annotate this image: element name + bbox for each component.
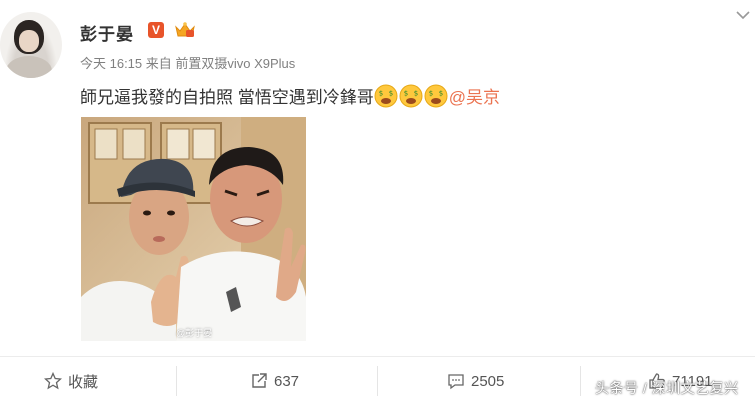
comment-count: 2505 — [471, 372, 505, 390]
source-watermark: 头条号 / 深圳文艺复兴 — [595, 380, 739, 396]
post-meta: 今天 16:15 来自 前置双摄vivo X9Plus — [80, 56, 296, 71]
comment-button[interactable]: 2505 — [447, 371, 504, 391]
star-icon — [44, 372, 62, 390]
action-separator — [580, 366, 581, 396]
avatar-face — [19, 30, 39, 52]
svg-text:$: $ — [439, 90, 443, 98]
svg-text:$: $ — [414, 90, 418, 98]
username[interactable]: 彭于晏 — [80, 20, 134, 45]
svg-text:$: $ — [379, 90, 383, 98]
member-crown-icon[interactable] — [174, 21, 196, 39]
photo-watermark: @彭于晏 — [176, 328, 213, 338]
svg-text:$: $ — [389, 90, 393, 98]
svg-text:$: $ — [429, 90, 433, 98]
mention-link[interactable]: @吴京 — [449, 88, 500, 107]
post-photo[interactable] — [81, 117, 306, 341]
post-text-line: 師兄逼我發的自拍照 當悟空遇到冷鋒哥 $ $ $ $ $ $ @吴京 — [80, 83, 500, 108]
repost-count: 637 — [274, 372, 300, 390]
post-text: 師兄逼我發的自拍照 當悟空遇到冷鋒哥 — [80, 88, 374, 107]
share-icon — [252, 373, 267, 388]
action-separator — [377, 366, 378, 396]
favorite-button[interactable]: 收藏 — [44, 371, 98, 391]
svg-text:$: $ — [404, 90, 408, 98]
money-eyes-face-emoji-icon: $ $ — [424, 84, 448, 108]
action-bar-divider — [0, 356, 755, 357]
money-eyes-face-emoji-icon: $ $ — [374, 84, 398, 108]
avatar-shoulder — [6, 56, 52, 78]
verified-badge: V — [148, 22, 164, 38]
repost-button[interactable]: 637 — [250, 371, 299, 391]
avatar[interactable] — [0, 12, 62, 78]
favorite-label: 收藏 — [68, 373, 99, 391]
chevron-down-icon[interactable] — [736, 10, 750, 20]
comment-icon — [448, 374, 464, 390]
action-separator — [176, 366, 177, 396]
money-eyes-face-emoji-icon: $ $ — [399, 84, 423, 108]
